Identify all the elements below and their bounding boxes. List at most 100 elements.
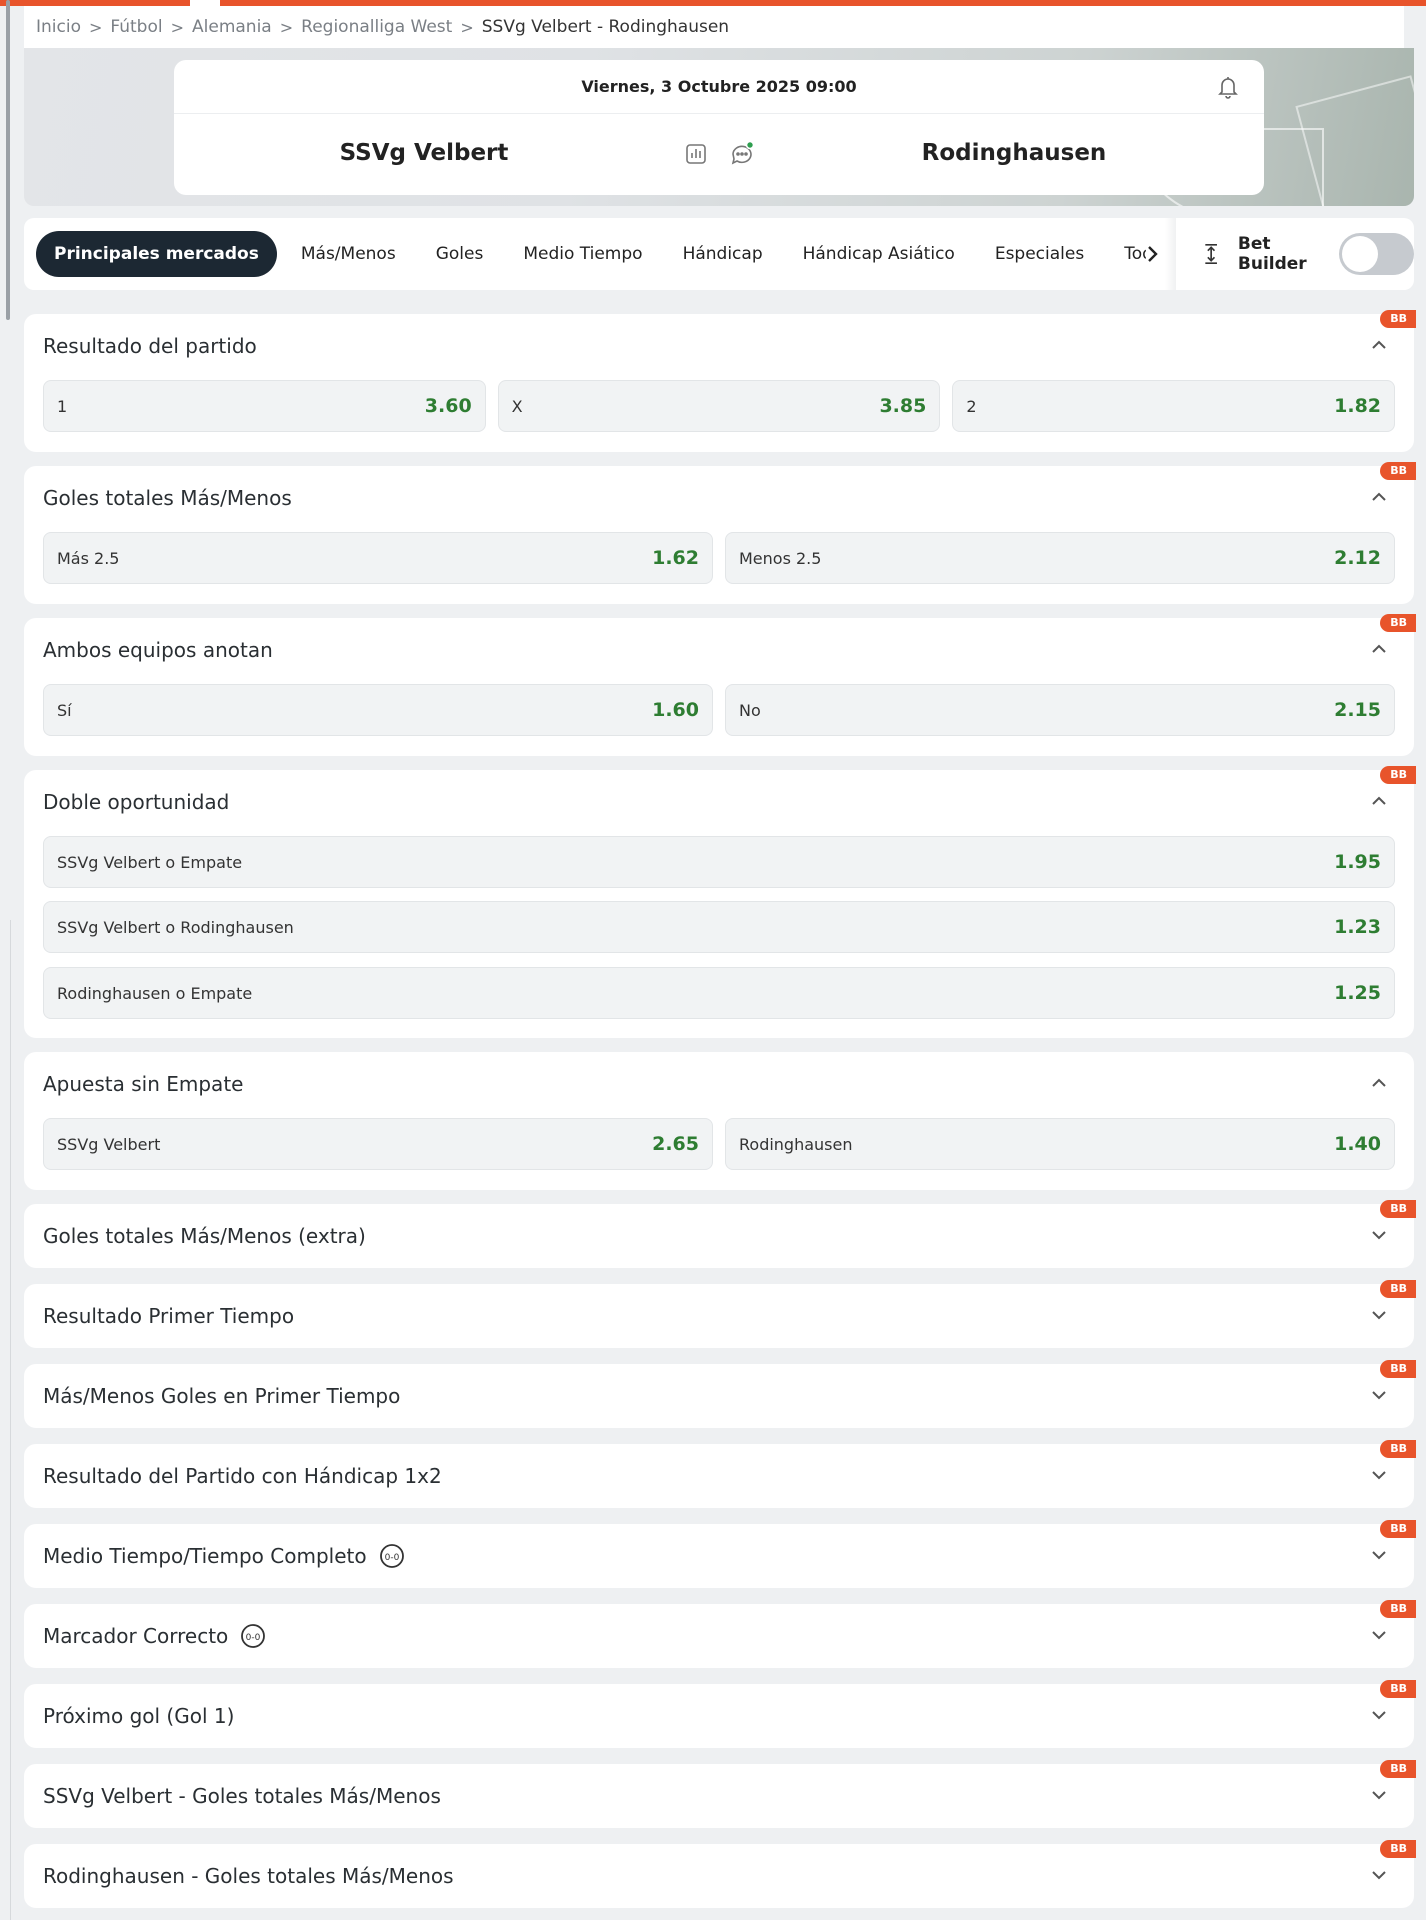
- chevron-up-icon[interactable]: [1370, 792, 1388, 810]
- odds-value: 1.40: [1334, 1133, 1381, 1155]
- odds-button[interactable]: X 3.85: [497, 380, 941, 432]
- market-mas-menos-primer-tiempo[interactable]: BB Más/Menos Goles en Primer Tiempo: [24, 1360, 1416, 1428]
- chevron-down-icon[interactable]: [1370, 1786, 1388, 1804]
- chevron-down-icon[interactable]: [1370, 1546, 1388, 1564]
- tab-mas-menos[interactable]: Más/Menos: [281, 231, 416, 277]
- breadcrumb: Inicio > Fútbol > Alemania > Regionallig…: [24, 6, 1404, 48]
- stats-icon[interactable]: [684, 142, 708, 166]
- market-rodinghausen-goles-totales[interactable]: BB Rodinghausen - Goles totales Más/Meno…: [24, 1840, 1416, 1908]
- chevron-down-icon[interactable]: [1370, 1626, 1388, 1644]
- tabs-scroll-right-icon[interactable]: [1146, 234, 1163, 274]
- breadcrumb-separator: >: [170, 17, 185, 37]
- tab-principales-mercados[interactable]: Principales mercados: [36, 231, 277, 277]
- chevron-up-icon[interactable]: [1370, 640, 1388, 658]
- bet-builder-badge: BB: [1380, 1520, 1416, 1538]
- market-title[interactable]: Doble oportunidad: [43, 770, 229, 834]
- market-goles-totales-extra[interactable]: BB Goles totales Más/Menos (extra): [24, 1200, 1416, 1268]
- odds-row: Sí 1.60 No 2.15: [43, 684, 1395, 736]
- bet-builder-badge: BB: [1380, 310, 1416, 328]
- market-title-text: Medio Tiempo/Tiempo Completo: [43, 1544, 367, 1568]
- bet-builder-toggle[interactable]: [1339, 233, 1414, 275]
- toggle-knob: [1342, 236, 1379, 272]
- odds-row: SSVg Velbert o Empate 1.95: [43, 836, 1395, 888]
- tabs-fade: [1165, 218, 1176, 290]
- breadcrumb-current: SSVg Velbert - Rodinghausen: [481, 17, 730, 37]
- odds-row: 1 3.60 X 3.85 2 1.82: [43, 380, 1396, 432]
- odds-button[interactable]: Rodinghausen o Empate 1.25: [43, 967, 1395, 1019]
- bet-builder-label: Bet Builder: [1237, 234, 1307, 274]
- market-handicap-1x2[interactable]: BB Resultado del Partido con Hándicap 1x…: [24, 1440, 1416, 1508]
- tab-handicap-asiatico[interactable]: Hándicap Asiático: [783, 231, 975, 277]
- breadcrumb-alemania[interactable]: Alemania: [192, 17, 272, 37]
- market-title: Resultado del Partido con Hándicap 1x2: [43, 1464, 442, 1488]
- match-datetime: Viernes, 3 Octubre 2025 09:00: [174, 60, 1264, 114]
- odds-value: 1.62: [652, 547, 699, 569]
- odds-button[interactable]: Menos 2.5 2.12: [725, 532, 1395, 584]
- tab-goles[interactable]: Goles: [416, 231, 504, 277]
- bet-builder-badge: BB: [1380, 1280, 1416, 1298]
- chevron-down-icon[interactable]: [1370, 1386, 1388, 1404]
- chevron-down-icon[interactable]: [1370, 1866, 1388, 1884]
- odds-button[interactable]: 2 1.82: [952, 380, 1396, 432]
- odds-button[interactable]: SSVg Velbert o Empate 1.95: [43, 836, 1395, 888]
- odds-value: 1.95: [1334, 851, 1381, 873]
- odds-button[interactable]: No 2.15: [725, 684, 1395, 736]
- market-title[interactable]: Goles totales Más/Menos: [43, 466, 292, 530]
- svg-text:0-0: 0-0: [246, 1633, 261, 1643]
- chevron-down-icon[interactable]: [1370, 1706, 1388, 1724]
- bet-builder-badge: BB: [1380, 1600, 1416, 1618]
- odds-button[interactable]: SSVg Velbert 2.65: [43, 1118, 713, 1170]
- odds-value: 3.85: [879, 395, 927, 417]
- scroll-rail[interactable]: [6, 0, 10, 320]
- odds-button[interactable]: Más 2.5 1.62: [43, 532, 713, 584]
- market-title[interactable]: Ambos equipos anotan: [43, 618, 273, 682]
- bell-icon[interactable]: [1216, 74, 1240, 100]
- breadcrumb-separator: >: [88, 17, 103, 37]
- tab-handicap[interactable]: Hándicap: [663, 231, 783, 277]
- odds-button[interactable]: 1 3.60: [43, 380, 486, 432]
- market-medio-tiempo-tiempo-completo[interactable]: BB Medio Tiempo/Tiempo Completo 0-0: [24, 1520, 1416, 1588]
- market-velbert-goles-totales[interactable]: BB SSVg Velbert - Goles totales Más/Meno…: [24, 1760, 1416, 1828]
- breadcrumb-separator: >: [460, 17, 474, 37]
- market-title[interactable]: Resultado del partido: [43, 314, 257, 378]
- expand-collapse-icon[interactable]: [1202, 241, 1220, 267]
- tab-todos[interactable]: Todos: [1104, 231, 1146, 277]
- market-resultado-primer-tiempo[interactable]: BB Resultado Primer Tiempo: [24, 1280, 1416, 1348]
- market-title: Medio Tiempo/Tiempo Completo 0-0: [43, 1524, 405, 1588]
- chevron-down-icon[interactable]: [1370, 1306, 1388, 1324]
- odds-label: Rodinghausen: [739, 1134, 853, 1154]
- market-title: Rodinghausen - Goles totales Más/Menos: [43, 1864, 454, 1888]
- odds-button[interactable]: SSVg Velbert o Rodinghausen 1.23: [43, 901, 1395, 953]
- odds-button[interactable]: Rodinghausen 1.40: [725, 1118, 1395, 1170]
- market-title[interactable]: Apuesta sin Empate: [43, 1052, 243, 1116]
- odds-value: 1.23: [1334, 916, 1381, 938]
- odds-label: 2: [966, 396, 977, 416]
- odds-value: 1.82: [1334, 395, 1382, 417]
- bet-builder-badge: BB: [1380, 1440, 1416, 1458]
- chevron-up-icon[interactable]: [1370, 1074, 1388, 1092]
- tab-especiales[interactable]: Especiales: [975, 231, 1104, 277]
- chat-icon[interactable]: [728, 140, 756, 168]
- chevron-up-icon[interactable]: [1370, 336, 1388, 354]
- chevron-down-icon[interactable]: [1370, 1466, 1388, 1484]
- tab-medio-tiempo[interactable]: Medio Tiempo: [503, 231, 662, 277]
- market-doble-oportunidad: BB Doble oportunidad SSVg Velbert o Empa…: [24, 766, 1416, 1038]
- market-proximo-gol[interactable]: BB Próximo gol (Gol 1): [24, 1680, 1416, 1748]
- chevron-down-icon[interactable]: [1370, 1226, 1388, 1244]
- market-title: Más/Menos Goles en Primer Tiempo: [43, 1384, 401, 1408]
- market-tabs: Principales mercados Más/Menos Goles Med…: [24, 218, 1414, 290]
- breadcrumb-inicio[interactable]: Inicio: [36, 17, 81, 37]
- market-title-text: Marcador Correcto: [43, 1624, 229, 1648]
- odds-label: SSVg Velbert: [57, 1134, 161, 1154]
- market-marcador-correcto[interactable]: BB Marcador Correcto 0-0: [24, 1600, 1416, 1668]
- breadcrumb-regionalliga[interactable]: Regionalliga West: [301, 17, 452, 37]
- market-goles-totales: BB Goles totales Más/Menos Más 2.5 1.62 M…: [24, 462, 1416, 604]
- odds-row: SSVg Velbert 2.65 Rodinghausen 1.40: [43, 1118, 1395, 1170]
- odds-value: 1.25: [1334, 982, 1381, 1004]
- odds-label: X: [511, 396, 523, 416]
- market-ambos-equipos-anotan: BB Ambos equipos anotan Sí 1.60 No 2.15: [24, 614, 1416, 756]
- home-team-name: SSVg Velbert: [339, 140, 509, 166]
- breadcrumb-futbol[interactable]: Fútbol: [110, 17, 162, 37]
- odds-button[interactable]: Sí 1.60: [43, 684, 713, 736]
- chevron-up-icon[interactable]: [1370, 488, 1388, 506]
